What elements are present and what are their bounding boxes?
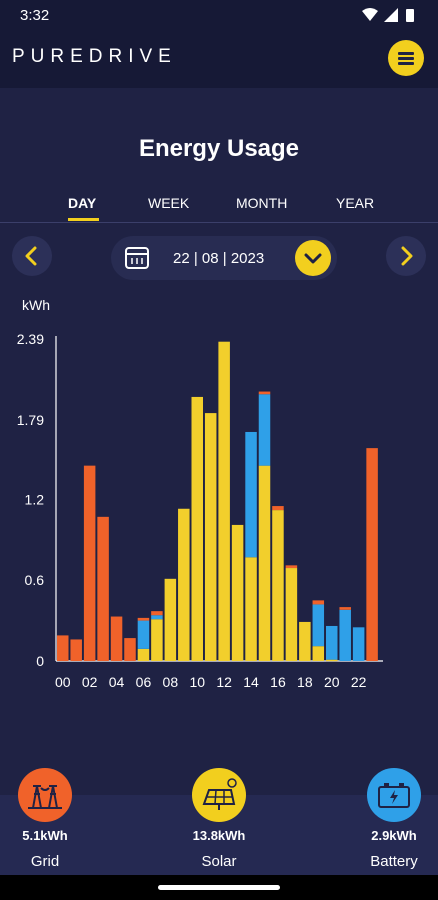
battery-source[interactable]: 2.9kWh Battery (349, 768, 438, 870)
bar-grid-1 (70, 639, 82, 661)
y-tick-label: 0.6 (25, 572, 45, 588)
period-tabs: DAY WEEK MONTH YEAR (0, 190, 438, 223)
signal-icon (384, 8, 398, 22)
bar-solar-16 (272, 510, 284, 661)
bar-battery-15 (258, 394, 271, 466)
bar-solar-9 (178, 508, 190, 661)
bar-battery-19 (312, 604, 325, 647)
bar-grid-23 (366, 448, 378, 661)
solar-panel-icon (202, 778, 237, 810)
bar-grid-3 (97, 516, 109, 661)
bar-battery-21 (339, 609, 351, 661)
battery-status-icon (406, 9, 414, 22)
y-tick-label: 1.2 (25, 491, 45, 507)
x-tick-label: 14 (243, 674, 259, 690)
y-tick-label: 2.39 (17, 331, 44, 347)
power-tower-icon (28, 785, 62, 809)
energy-usage-chart: 0 0.6 1.2 1.79 2.39 00 02 04 06 08 10 12 14 16 18 20 22 (17, 331, 383, 690)
x-tick-label: 08 (163, 674, 179, 690)
x-tick-label: 22 (351, 674, 367, 690)
x-tick-label: 20 (324, 674, 340, 690)
bar-grid-0 (57, 635, 69, 661)
chevron-down-icon (304, 253, 322, 264)
bar-solar-19 (312, 646, 325, 661)
status-time: 3:32 (20, 7, 50, 24)
y-tick-label: 0 (36, 653, 44, 669)
page-title: Energy Usage (138, 135, 300, 162)
bar-solar-13 (231, 524, 244, 661)
bar-solar-17 (285, 568, 298, 661)
bar-solar-20 (326, 659, 338, 662)
menu-button[interactable] (388, 40, 424, 76)
bar-grid-6 (137, 617, 150, 621)
app-header: PUREDRIVE (0, 30, 438, 88)
bar-solar-6 (137, 648, 150, 661)
bar-solar-7 (151, 619, 163, 661)
x-tick-label: 02 (82, 674, 98, 690)
battery-value: 2.9kWh (371, 828, 417, 843)
grid-label: Grid (30, 853, 60, 870)
home-indicator[interactable] (158, 885, 280, 890)
menu-icon (398, 52, 414, 55)
bar-battery-22 (352, 627, 365, 661)
solar-source[interactable]: 13.8kWh Solar (174, 768, 264, 870)
chart-unit-label: kWh (22, 297, 50, 313)
grid-source-circle (18, 768, 72, 822)
bar-solar-10 (191, 396, 203, 661)
bar-battery-7 (151, 615, 163, 620)
bar-battery-20 (326, 625, 338, 660)
system-nav-bar (0, 875, 438, 900)
bar-grid-19 (312, 600, 325, 605)
selected-date: 22 | 08 | 2023 (173, 250, 265, 267)
x-tick-label: 06 (136, 674, 152, 690)
solar-source-circle (192, 768, 246, 822)
battery-label: Battery (370, 853, 418, 870)
x-tick-label: 12 (216, 674, 232, 690)
tab-week[interactable]: WEEK (148, 195, 189, 211)
bar-solar-12 (218, 341, 230, 661)
date-dropdown-button[interactable] (295, 240, 331, 276)
status-bar: 3:32 (0, 0, 438, 30)
bar-solar-8 (164, 578, 177, 661)
bar-solar-11 (204, 413, 217, 661)
x-tick-label: 16 (270, 674, 286, 690)
wifi-icon (362, 8, 378, 21)
chevron-right-icon (401, 246, 413, 266)
grid-source[interactable]: 5.1kWh Grid (0, 768, 90, 870)
bar-grid-21 (339, 607, 351, 610)
grid-value: 5.1kWh (22, 828, 68, 843)
bar-battery-6 (137, 620, 150, 649)
bar-grid-16 (272, 506, 284, 511)
bar-grid-15 (258, 391, 271, 395)
bar-grid-7 (151, 611, 163, 616)
solar-label: Solar (201, 853, 237, 870)
x-tick-label: 04 (109, 674, 125, 690)
x-tick-label: 00 (55, 674, 71, 690)
bar-grid-2 (83, 465, 96, 661)
bar-solar-15 (258, 465, 271, 661)
app-logo: PUREDRIVE (12, 46, 177, 67)
bar-battery-14 (245, 431, 257, 558)
bar-grid-17 (285, 565, 298, 569)
calendar-icon (125, 247, 149, 269)
date-picker[interactable]: 22 | 08 | 2023 (111, 236, 337, 280)
battery-icon (378, 783, 410, 808)
bar-grid-5 (124, 638, 136, 661)
bar-solar-18 (299, 621, 311, 661)
tab-year[interactable]: YEAR (336, 195, 374, 211)
bar-grid-4 (110, 616, 123, 661)
x-tick-label: 10 (189, 674, 205, 690)
x-tick-label: 18 (297, 674, 313, 690)
previous-date-button[interactable] (12, 236, 52, 276)
chevron-left-icon (25, 246, 37, 266)
tab-active-indicator (68, 218, 99, 221)
solar-value: 13.8kWh (192, 828, 246, 843)
bar-solar-14 (245, 557, 257, 661)
y-tick-label: 1.79 (17, 412, 44, 428)
battery-source-circle (367, 768, 421, 822)
status-icons (362, 8, 414, 22)
tab-day[interactable]: DAY (68, 195, 96, 211)
tab-month[interactable]: MONTH (236, 195, 287, 211)
next-date-button[interactable] (386, 236, 426, 276)
